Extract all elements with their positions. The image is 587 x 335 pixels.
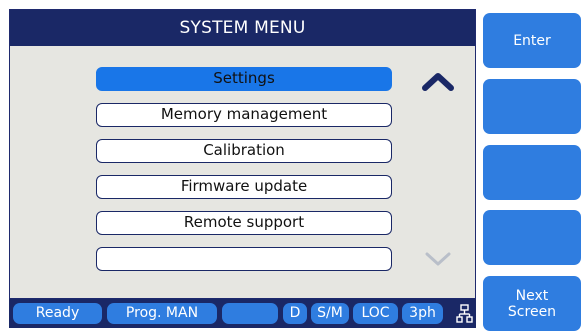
menu-item-label: Settings <box>213 69 275 87</box>
next-screen-button[interactable]: Next Screen <box>483 276 581 331</box>
next-screen-label-line2: Screen <box>507 303 557 320</box>
chevron-up-icon[interactable] <box>420 69 456 93</box>
menu-item-label: Remote support <box>183 213 305 231</box>
status-phase: 3ph <box>402 303 443 324</box>
menu-item-calibration[interactable]: Calibration <box>96 139 392 163</box>
menu-item-remote-support[interactable]: Remote support <box>96 211 392 235</box>
network-icon <box>456 304 473 323</box>
enter-button[interactable]: Enter <box>483 13 581 68</box>
softkey-3[interactable] <box>483 145 581 200</box>
status-blank <box>222 303 278 324</box>
status-loc: LOC <box>353 303 398 324</box>
status-sm: S/M <box>311 303 349 324</box>
next-screen-label-line1: Next <box>515 287 549 304</box>
chevron-down-icon[interactable] <box>420 247 456 271</box>
menu-item-settings[interactable]: Settings <box>96 67 392 91</box>
status-bar: Ready Prog. MAN D S/M LOC 3ph <box>9 299 476 328</box>
menu-item-label: Firmware update <box>180 177 308 195</box>
softkey-2[interactable] <box>483 79 581 134</box>
instrument-screen: SYSTEM MENU Settings Memory management C… <box>0 0 587 335</box>
softkey-4[interactable] <box>483 210 581 265</box>
menu-item-label: Calibration <box>203 141 285 159</box>
page-title: SYSTEM MENU <box>10 10 475 46</box>
enter-button-label: Enter <box>513 32 551 49</box>
menu-item-label: Memory management <box>160 105 328 123</box>
system-menu-panel: SYSTEM MENU Settings Memory management C… <box>9 9 476 299</box>
menu-item-memory-management[interactable]: Memory management <box>96 103 392 127</box>
menu-item-firmware-update[interactable]: Firmware update <box>96 175 392 199</box>
menu-item-empty[interactable] <box>96 247 392 271</box>
status-program-mode: Prog. MAN <box>107 303 217 324</box>
status-ready: Ready <box>13 303 102 324</box>
status-d: D <box>283 303 307 324</box>
